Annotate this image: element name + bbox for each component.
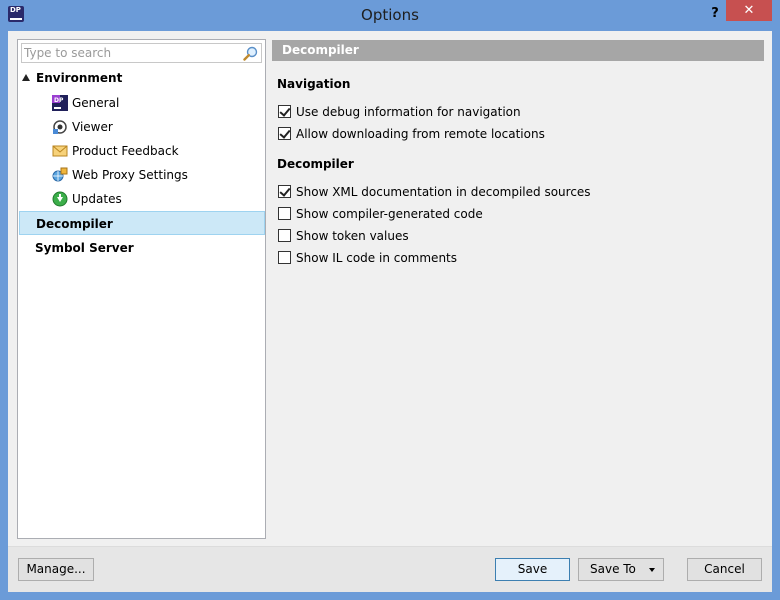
svg-text:DP: DP <box>54 97 64 104</box>
download-arrow-icon <box>52 191 68 207</box>
save-button[interactable]: Save <box>495 558 570 581</box>
checkbox-label[interactable]: Show token values <box>296 227 409 245</box>
collapse-arrow-icon[interactable] <box>22 74 30 81</box>
checkbox[interactable] <box>278 185 291 198</box>
checkbox[interactable] <box>278 207 291 220</box>
tree-item-label: Web Proxy Settings <box>72 168 188 182</box>
close-button[interactable]: ✕ <box>726 0 772 21</box>
network-icon <box>52 167 68 182</box>
checkbox[interactable] <box>278 127 291 140</box>
dialog-footer: Manage... Save Save To Cancel <box>8 547 772 592</box>
save-to-label: Save To <box>590 562 636 576</box>
options-window: DP Options ? ✕ Environment <box>0 0 780 600</box>
checkbox[interactable] <box>278 229 291 242</box>
checkbox-label[interactable]: Use debug information for navigation <box>296 103 521 121</box>
search-input[interactable] <box>24 45 239 61</box>
help-button[interactable]: ? <box>704 4 726 24</box>
checkbox[interactable] <box>278 105 291 118</box>
manage-button[interactable]: Manage... <box>18 558 94 581</box>
tree-item-label: Symbol Server <box>35 241 134 255</box>
viewer-icon <box>53 120 67 134</box>
tree-item-label: Viewer <box>72 120 113 134</box>
save-to-button[interactable]: Save To <box>578 558 664 581</box>
window-title: Options <box>361 6 419 24</box>
navigation-heading: Navigation <box>277 77 351 91</box>
decompiler-heading: Decompiler <box>277 157 354 171</box>
tree-item-environment[interactable]: Environment <box>18 66 264 90</box>
tree-item-label: Product Feedback <box>72 144 179 158</box>
dropdown-arrow-icon[interactable] <box>649 568 655 572</box>
checkbox-label[interactable]: Show compiler-generated code <box>296 205 483 223</box>
search-box[interactable] <box>21 43 262 63</box>
checkbox-label[interactable]: Allow downloading from remote locations <box>296 125 545 143</box>
options-tree-pane: Environment DP General Viewer <box>17 39 266 539</box>
tree-item-label: Updates <box>72 192 122 206</box>
panel-header: Decompiler <box>272 40 764 61</box>
dotpeek-app-icon: DP <box>52 95 68 111</box>
checkbox[interactable] <box>278 251 291 264</box>
dialog-client-area: Environment DP General Viewer <box>8 31 772 592</box>
tree-item-label: General <box>72 96 120 110</box>
tree-item-symbol-server[interactable]: Symbol Server <box>18 236 264 260</box>
tree-item-label: Environment <box>36 71 123 85</box>
title-bar[interactable]: DP Options ? ✕ <box>0 0 780 31</box>
tree-item-label: Decompiler <box>36 217 113 231</box>
checkbox-label[interactable]: Show XML documentation in decompiled sou… <box>296 183 591 201</box>
checkbox-label[interactable]: Show IL code in comments <box>296 249 457 267</box>
envelope-icon <box>52 145 68 157</box>
tree-item-decompiler[interactable]: Decompiler <box>19 211 265 235</box>
cancel-button[interactable]: Cancel <box>687 558 762 581</box>
search-icon[interactable] <box>243 46 258 61</box>
